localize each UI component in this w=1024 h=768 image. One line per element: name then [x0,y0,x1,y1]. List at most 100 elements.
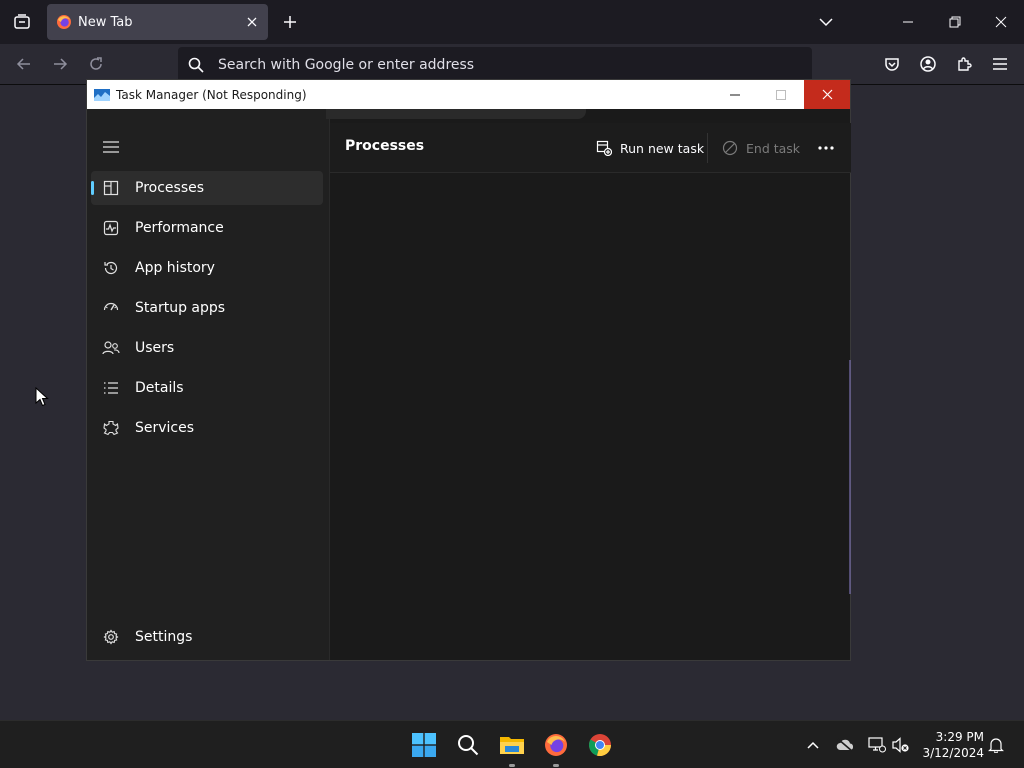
windows-logo-icon [412,733,436,757]
firefox-logo-icon [545,734,567,756]
onedrive-tray-button[interactable] [833,733,857,757]
nav-item-services[interactable]: Services [91,411,323,445]
nav-toggle-button[interactable] [101,137,121,157]
minimize-icon [903,21,913,23]
reload-button[interactable] [80,48,112,80]
hamburger-icon [103,141,119,153]
mouse-cursor-icon [35,387,49,407]
back-button[interactable] [8,48,40,80]
nav-label: Settings [135,629,193,645]
menu-button[interactable] [984,48,1016,80]
minimize-icon [730,94,740,95]
network-tray-button[interactable] [865,733,889,757]
puzzle-icon [958,57,972,71]
chevron-down-icon [819,18,833,27]
services-icon [101,418,121,438]
maximize-button[interactable] [758,80,804,109]
nav-item-users[interactable]: Users [91,331,323,365]
nav-label: Performance [135,220,224,236]
navigation-pane: Processes Performance App history Startu… [87,109,328,660]
task-manager-app-icon [94,88,110,101]
performance-icon [101,218,121,238]
close-browser-button[interactable] [979,0,1023,44]
clock-date: 3/12/2024 [922,746,984,760]
search-icon [458,735,479,756]
close-tab-button[interactable] [238,8,266,36]
minimize-browser-button[interactable] [886,0,930,44]
list-all-tabs-button[interactable] [804,0,848,44]
users-icon [101,338,121,358]
firefox-view-button[interactable] [0,0,44,44]
show-hidden-icons-button[interactable] [801,733,825,757]
startup-apps-icon [101,298,121,318]
firefox-button[interactable] [540,729,572,767]
clock[interactable]: 3:29 PM 3/12/2024 [920,729,984,761]
task-manager-window: Task Manager (Not Responding) Processes … [86,79,851,661]
minimize-button[interactable] [712,80,758,109]
close-icon [822,89,832,100]
close-icon [995,16,1007,28]
extensions-button[interactable] [948,48,980,80]
close-icon [247,17,257,27]
details-icon [101,378,121,398]
pocket-icon [885,58,899,71]
nav-item-startup-apps[interactable]: Startup apps [91,291,323,325]
url-placeholder: Search with Google or enter address [218,57,475,73]
restore-browser-button[interactable] [933,0,977,44]
nav-item-settings[interactable]: Settings [91,620,323,654]
nav-item-processes[interactable]: Processes [91,171,323,205]
nav-item-app-history[interactable]: App history [91,251,323,285]
running-indicator [553,764,559,767]
processes-icon [101,178,121,198]
volume-muted-icon [892,737,909,753]
run-new-task-icon [596,140,612,156]
plus-icon [284,16,296,28]
search-button[interactable] [452,729,484,761]
network-icon [868,737,886,753]
chrome-logo-icon [589,734,611,757]
start-button[interactable] [408,729,440,761]
chrome-button[interactable] [584,729,616,761]
file-explorer-button[interactable] [496,729,528,767]
nav-label: Startup apps [135,300,226,316]
folder-icon [500,737,524,754]
search-icon [188,57,204,73]
firefox-logo-icon [57,15,71,29]
window-edge-accent [849,360,851,594]
pocket-button[interactable] [876,48,908,80]
url-bar[interactable]: Search with Google or enter address [178,47,812,83]
processes-page: Processes Run new task End task [326,109,851,660]
account-button[interactable] [912,48,944,80]
tab-title: New Tab [78,14,133,30]
account-icon [920,56,936,72]
end-task-button[interactable]: End task [716,132,806,164]
cloud-offline-icon [836,738,854,752]
running-indicator [509,764,515,767]
restore-icon [949,16,961,28]
close-button[interactable] [804,80,850,109]
command-bar: Processes Run new task End task [330,123,851,173]
volume-tray-button[interactable] [889,733,913,757]
app-history-icon [101,258,121,278]
hamburger-icon [993,58,1007,70]
taskbar: 3:29 PM 3/12/2024 [0,720,1024,768]
tab-new-tab[interactable]: New Tab [47,4,268,40]
search-box-remnant [326,109,586,119]
nav-label: App history [135,260,215,276]
nav-label: Details [135,380,184,396]
nav-label: Services [135,420,195,436]
run-new-task-button[interactable]: Run new task [590,132,710,164]
new-tab-button[interactable] [268,0,312,44]
firefox-view-icon [14,14,30,29]
task-manager-titlebar[interactable]: Task Manager (Not Responding) [87,80,850,109]
nav-label: Users [135,340,175,356]
gear-icon [101,627,121,647]
forward-button[interactable] [44,48,76,80]
nav-label: Processes [135,180,205,196]
nav-item-details[interactable]: Details [91,371,323,405]
run-new-task-label: Run new task [620,140,705,156]
page-title: Processes [345,138,425,154]
nav-item-performance[interactable]: Performance [91,211,323,245]
notifications-button[interactable] [984,733,1008,757]
more-options-button[interactable] [811,133,841,163]
